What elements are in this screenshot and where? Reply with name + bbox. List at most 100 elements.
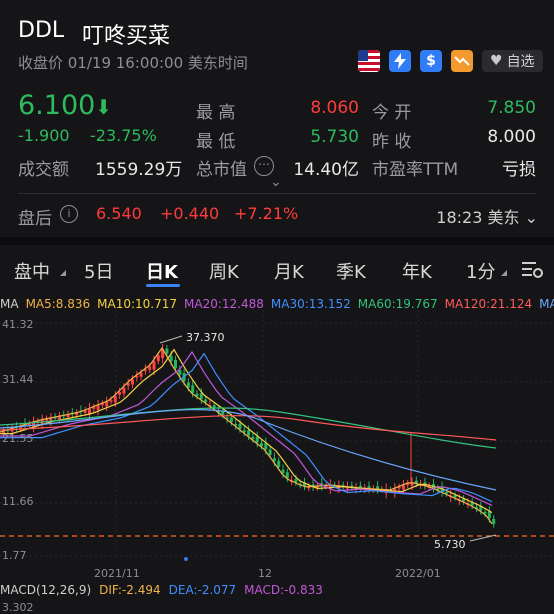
candle-body (260, 443, 263, 446)
candle-body (204, 399, 208, 403)
low-label: 最 低 (196, 132, 236, 152)
chart-grid (0, 310, 554, 560)
candle-body (272, 458, 276, 462)
expand-chevron-icon[interactable]: ⌄ (270, 174, 282, 190)
tab-yearly-k[interactable]: 年K (402, 258, 432, 284)
candle-body (483, 511, 487, 514)
tab-active-indicator (146, 284, 180, 287)
prev-close-label: 昨 收 (372, 132, 412, 152)
candle-body (148, 366, 152, 370)
after-hours-label: 盘后 (18, 209, 52, 229)
watch-label: 自选 (506, 54, 535, 70)
candle-body (281, 469, 285, 474)
y-tick-0: 41.32 (2, 318, 34, 331)
y-tick-2: 21.55 (2, 432, 34, 445)
section-gap (0, 237, 554, 245)
info-icon[interactable]: i (60, 205, 78, 223)
price-change: -1.900 (18, 126, 70, 145)
prev-close-value: 8.000 (487, 127, 536, 147)
last-price: 6.100⬇ (18, 90, 113, 121)
candle-body (113, 396, 117, 403)
pe-label: 市盈率TTM (372, 160, 459, 180)
candle-body (118, 391, 122, 395)
candle-body (105, 401, 109, 407)
candle-body (191, 385, 195, 393)
macd-value: MACD:-0.833 (244, 583, 323, 597)
mcap-value: 14.40亿 (293, 160, 359, 180)
y-tick-1: 31.44 (2, 373, 34, 386)
candle-body (139, 372, 143, 377)
candle-body (131, 379, 134, 385)
trend-down-icon[interactable] (451, 50, 473, 72)
high-value: 8.060 (310, 98, 359, 118)
open-label: 今 开 (372, 103, 412, 123)
header-icons: $ ♥ 自选 (358, 50, 543, 72)
ma-line (0, 409, 497, 491)
macd-dea: DEA:-2.077 (168, 583, 237, 597)
more-dots-icon[interactable]: ⋯ (254, 156, 274, 176)
divider (18, 193, 536, 194)
tab-weekly-k[interactable]: 周K (209, 258, 239, 284)
macd-axis-top: 3.302 (2, 601, 34, 614)
candle-body (122, 387, 126, 394)
high-label: 最 高 (196, 103, 236, 123)
turnover-value: 1559.29万 (95, 160, 183, 180)
candle-body (174, 359, 177, 369)
candle-body (229, 417, 233, 422)
candle-body (186, 382, 190, 388)
us-flag-icon[interactable] (358, 50, 380, 72)
mcap-label: 总市值 (196, 160, 247, 180)
macd-dif: DIF:-2.494 (99, 583, 161, 597)
candle-body (96, 405, 100, 411)
arrow-down-icon: ⬇ (95, 95, 113, 119)
tab-monthly-k[interactable]: 月K (274, 258, 304, 284)
candle-body (268, 449, 272, 456)
tab-intraday[interactable]: 盘中 (14, 258, 50, 284)
low-value: 5.730 (310, 127, 359, 147)
x-tick-1: 12 (258, 567, 272, 578)
tab-1min[interactable]: 1分 (466, 258, 495, 284)
turnover-label: 成交额 (18, 160, 69, 180)
candle-body (178, 370, 182, 375)
tab-1min-corner-icon (501, 270, 507, 276)
candlestick-chart[interactable]: 37.370 5.730 41.32 31.44 21.55 11.66 1.7… (0, 288, 554, 578)
y-tick-4: 1.77 (2, 549, 27, 562)
tab-daily-k[interactable]: 日K (146, 258, 178, 284)
chevron-down-icon: ⌄ (524, 208, 538, 227)
add-watchlist-button[interactable]: ♥ 自选 (482, 50, 543, 72)
after-hours-change: +0.440 (160, 204, 220, 223)
lightning-icon[interactable] (389, 50, 411, 72)
close-status: 收盘价 01/19 16:00:00 美东时间 (18, 54, 248, 72)
x-tick-2: 2022/01 (395, 567, 441, 578)
high-callout-line (159, 335, 183, 344)
candle-body (492, 518, 496, 525)
open-value: 7.850 (487, 98, 536, 118)
candle-body (255, 436, 259, 443)
y-tick-3: 11.66 (2, 495, 34, 508)
low-annotation: 5.730 (434, 538, 466, 551)
candle-body (294, 478, 298, 483)
candle-body (169, 356, 173, 362)
tab-intraday-corner-icon (60, 270, 66, 276)
candle-body (238, 423, 242, 429)
ticker-symbol: DDL (18, 18, 65, 43)
macd-title: MACD(12,26,9) (0, 583, 92, 597)
candle-body (247, 430, 251, 436)
chart-settings-icon[interactable] (520, 258, 544, 284)
candle-body (152, 361, 156, 370)
dollar-icon[interactable]: $ (420, 50, 442, 72)
tab-quarterly-k[interactable]: 季K (336, 258, 366, 284)
event-dot (184, 557, 188, 561)
pe-value: 亏损 (502, 160, 536, 180)
candle-body (165, 348, 169, 354)
x-tick-0: 2021/11 (94, 567, 140, 578)
candles (2, 343, 496, 528)
tab-5day[interactable]: 5日 (84, 258, 113, 284)
candle-body (156, 355, 160, 362)
low-callout-line (469, 534, 497, 542)
candle-body (109, 400, 113, 402)
after-hours-time: 18:23 美东 ⌄ (436, 208, 538, 227)
price-change-pct: -23.75% (90, 126, 157, 145)
high-annotation: 37.370 (186, 331, 225, 344)
candle-body (199, 393, 203, 400)
